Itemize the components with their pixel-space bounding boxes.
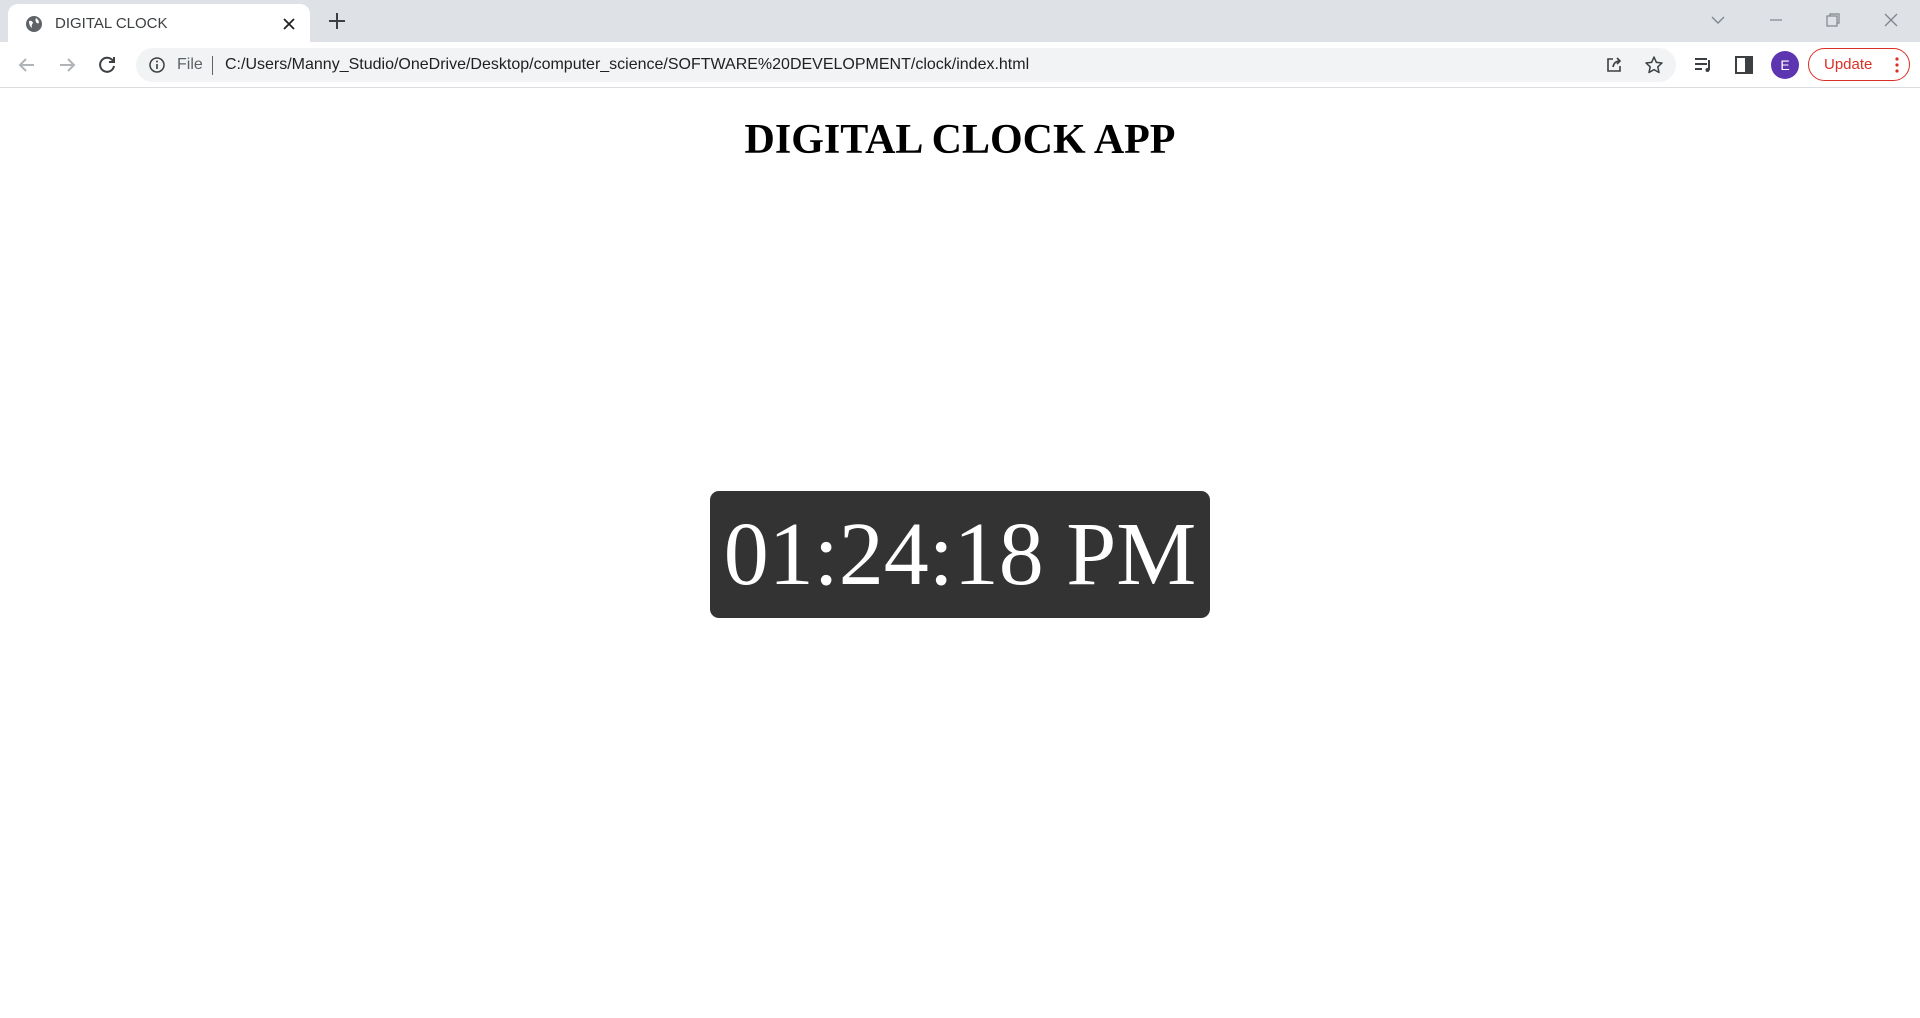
arrow-right-icon[interactable]	[54, 52, 80, 78]
close-icon[interactable]	[280, 15, 298, 33]
reload-icon[interactable]	[94, 52, 120, 78]
close-window-icon[interactable]	[1879, 8, 1903, 32]
page-title: DIGITAL CLOCK APP	[744, 117, 1176, 163]
url-text[interactable]: C:/Users/Manny_Studio/OneDrive/Desktop/c…	[225, 56, 1029, 74]
separator	[212, 56, 213, 75]
plus-icon[interactable]	[326, 10, 348, 32]
tab-title: DIGITAL CLOCK	[55, 15, 168, 32]
address-bar[interactable]: File C:/Users/Manny_Studio/OneDrive/Desk…	[136, 48, 1676, 82]
clock-time: 01:24:18 PM	[723, 505, 1197, 604]
star-icon[interactable]	[1644, 55, 1664, 75]
update-label: Update	[1824, 56, 1873, 73]
share-icon[interactable]	[1604, 55, 1624, 75]
tab-search-icon[interactable]	[1706, 8, 1730, 32]
update-button[interactable]: Update	[1808, 48, 1910, 81]
minimize-icon[interactable]	[1764, 8, 1788, 32]
restore-icon[interactable]	[1821, 8, 1845, 32]
avatar[interactable]: E	[1771, 51, 1799, 79]
browser-tab[interactable]: DIGITAL CLOCK	[8, 4, 310, 42]
arrow-left-icon[interactable]	[14, 52, 40, 78]
side-panel-icon[interactable]	[1733, 54, 1755, 76]
media-queue-icon[interactable]	[1692, 54, 1714, 76]
browser-toolbar: File C:/Users/Manny_Studio/OneDrive/Desk…	[0, 42, 1920, 88]
clock-display: 01:24:18 PM	[710, 491, 1210, 618]
info-icon[interactable]	[148, 56, 166, 74]
scheme-label: File	[177, 56, 203, 73]
kebab-menu-icon	[1895, 57, 1899, 73]
page-content: DIGITAL CLOCK APP 01:24:18 PM	[0, 88, 1920, 1018]
globe-icon	[26, 16, 42, 32]
tab-strip: DIGITAL CLOCK	[0, 0, 1920, 42]
